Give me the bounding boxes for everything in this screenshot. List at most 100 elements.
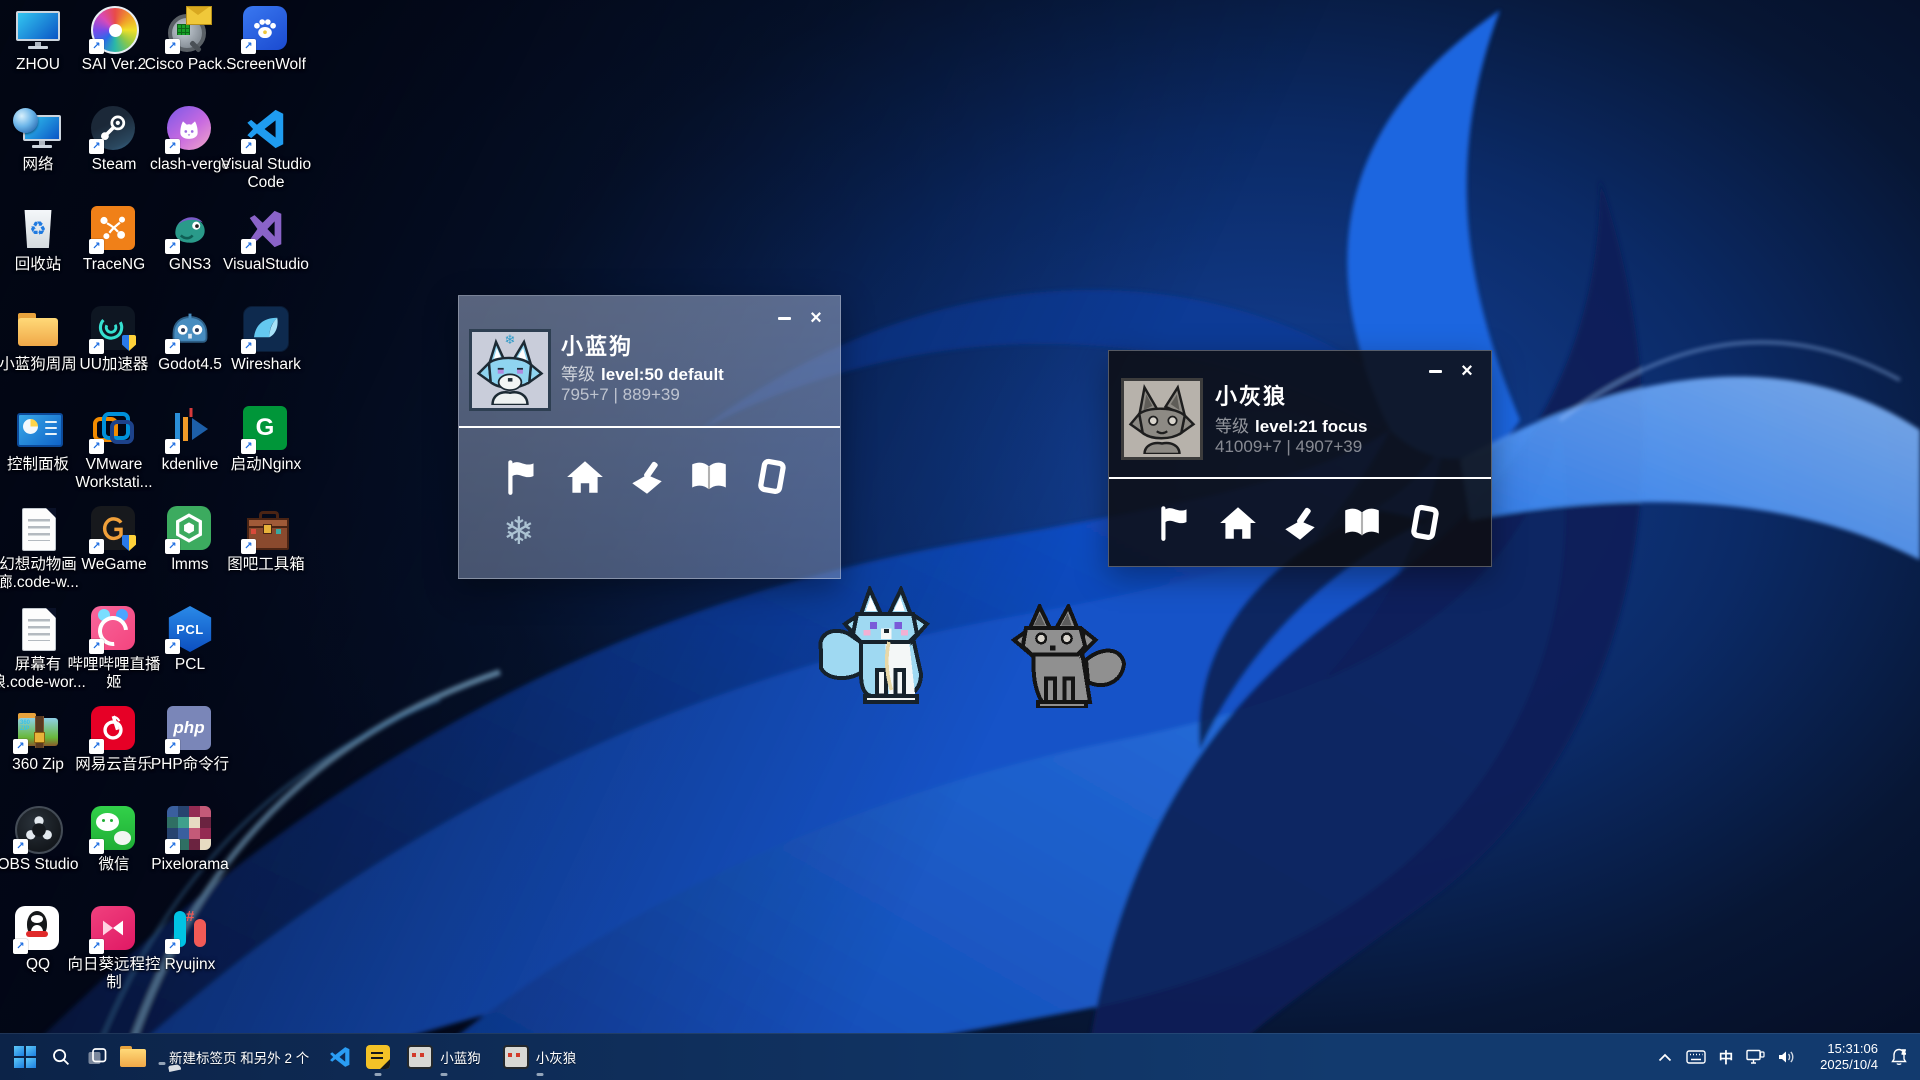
- file-explorer-button[interactable]: [115, 1037, 151, 1077]
- notification-button[interactable]: z: [1882, 1037, 1916, 1077]
- close-button[interactable]: ×: [1455, 359, 1479, 383]
- running-indicator: [536, 1073, 543, 1076]
- grey-wolf-task-label: 小灰狼: [536, 1047, 577, 1067]
- minimize-button[interactable]: [772, 306, 796, 330]
- running-indicator: [159, 1062, 166, 1065]
- shortcut-arrow-icon: ↗: [89, 839, 104, 854]
- bell-sleep-icon: z: [1889, 1047, 1909, 1067]
- desktop-icon-vscode[interactable]: ↗Visual Studio Code: [218, 106, 314, 193]
- close-button[interactable]: ×: [804, 306, 828, 330]
- cast-device-button[interactable]: [1740, 1037, 1770, 1077]
- grey-wolf-avatar: [1121, 378, 1203, 460]
- shortcut-arrow-icon: ↗: [241, 39, 256, 54]
- shortcut-arrow-icon: ↗: [89, 39, 104, 54]
- code-workspace-file-icon: [15, 506, 61, 552]
- clock-date: 2025/10/4: [1802, 1057, 1878, 1073]
- home-icon[interactable]: [562, 454, 607, 499]
- shortcut-arrow-icon: ↗: [165, 639, 180, 654]
- write-icon[interactable]: [1277, 500, 1322, 545]
- vscode-icon: ↗: [243, 106, 289, 152]
- monitor-plug-icon: [1746, 1049, 1765, 1065]
- ime-indicator[interactable]: 中: [1712, 1037, 1740, 1077]
- home-icon[interactable]: [1215, 500, 1260, 545]
- task-view-button[interactable]: [79, 1037, 115, 1077]
- shortcut-arrow-icon: ↗: [89, 739, 104, 754]
- shortcut-arrow-icon: ↗: [241, 339, 256, 354]
- desktop-icon-php-cli[interactable]: php↗PHP命令行: [142, 706, 238, 774]
- search-button[interactable]: [43, 1037, 79, 1077]
- network-globe-icon: [15, 106, 61, 152]
- clash-verge-icon: ↗: [167, 106, 213, 152]
- pet-stats: 795+7 | 889+39: [561, 385, 680, 405]
- card-icon[interactable]: [1401, 500, 1446, 545]
- pet-level-value: level:50 default: [601, 365, 724, 384]
- godot-icon: ↗: [167, 306, 213, 352]
- notepad-taskbar-button[interactable]: [360, 1037, 396, 1077]
- pet-window-grey-wolf[interactable]: 小灰狼 等级level:21 focus 41009+7 | 4907+39 ×: [1108, 350, 1492, 567]
- steam-icon: ↗: [91, 106, 137, 152]
- shortcut-arrow-icon: ↗: [89, 239, 104, 254]
- notepad-icon: [366, 1045, 390, 1069]
- tray-overflow-button[interactable]: [1650, 1037, 1680, 1077]
- desktop-icon-label: 网络: [22, 156, 53, 174]
- pet-sprite-blue-dog[interactable]: [813, 586, 949, 704]
- wegame-icon: ↗: [91, 506, 137, 552]
- pet-level-label: 等级: [1215, 417, 1249, 436]
- desktop-icon-label: 控制面板: [7, 456, 69, 474]
- uu-booster-icon: ↗: [91, 306, 137, 352]
- flag-icon[interactable]: [500, 454, 545, 499]
- vscode-taskbar-button[interactable]: [322, 1037, 358, 1077]
- edge-tab-button[interactable]: 新建标签页 和另外 2 个: [153, 1037, 318, 1077]
- pet-level-value: level:21 focus: [1255, 417, 1367, 436]
- desktop-icon-toolbox[interactable]: ↗ 图吧工具箱: [218, 506, 314, 574]
- snowflake-status-icon[interactable]: ❄: [503, 509, 535, 553]
- blue-dog-taskbar-button[interactable]: 小蓝狗: [398, 1037, 490, 1077]
- desktop-icon-grid: ZHOU网络♻回收站小蓝狗周周控制面板幻想动物画廊.code-w...屏幕有狼.…: [0, 0, 1920, 1034]
- pet-sprite-grey-wolf[interactable]: [1002, 604, 1130, 708]
- desktop-icon-nginx[interactable]: G↗启动Nginx: [218, 406, 314, 474]
- desktop-icon-ryujinx[interactable]: #↗Ryujinx: [142, 906, 238, 974]
- desktop-icon-pcl[interactable]: PCL↗PCL: [142, 606, 238, 674]
- minimize-button[interactable]: [1423, 359, 1447, 383]
- write-icon[interactable]: [624, 454, 669, 499]
- shortcut-arrow-icon: ↗: [241, 139, 256, 154]
- shortcut-arrow-icon: ↗: [13, 839, 28, 854]
- desktop-icon-label: UU加速器: [80, 356, 149, 374]
- grey-wolf-taskbar-button[interactable]: 小灰狼: [494, 1037, 586, 1077]
- keyboard-icon: [1686, 1050, 1706, 1064]
- desktop-icon-visualstudio[interactable]: ↗VisualStudio: [218, 206, 314, 274]
- touch-keyboard-button[interactable]: [1680, 1037, 1712, 1077]
- book-icon[interactable]: [686, 454, 731, 499]
- task-view-icon: [87, 1047, 107, 1067]
- shortcut-arrow-icon: ↗: [165, 439, 180, 454]
- desktop-icon-screenwolf[interactable]: ↗ScreenWolf: [218, 6, 314, 74]
- book-icon[interactable]: [1339, 500, 1384, 545]
- desktop-icon-label: 360 Zip: [12, 756, 64, 774]
- shortcut-arrow-icon: ↗: [89, 539, 104, 554]
- edge-tab-label: 新建标签页 和另外 2 个: [169, 1047, 309, 1067]
- shortcut-arrow-icon: ↗: [165, 839, 180, 854]
- pixelorama-icon: ↗: [167, 806, 213, 852]
- shortcut-arrow-icon: ↗: [241, 439, 256, 454]
- card-icon[interactable]: [748, 454, 793, 499]
- grey-wolf-avatar-art: [1127, 384, 1197, 454]
- desktop-icon-label: 图吧工具箱: [227, 556, 305, 574]
- control-panel-icon: [15, 406, 61, 452]
- desktop-icon-label: SAI Ver.2: [82, 56, 147, 74]
- shortcut-arrow-icon: ↗: [165, 739, 180, 754]
- pet-window-blue-dog[interactable]: ❄ 小蓝狗 等级level:50 default 795+7 | 889+39: [458, 295, 841, 579]
- pet-level-label: 等级: [561, 365, 595, 384]
- obs-studio-icon: ↗: [15, 806, 61, 852]
- nginx-icon: G↗: [243, 406, 289, 452]
- folder-icon: [15, 306, 61, 352]
- volume-button[interactable]: [1770, 1037, 1802, 1077]
- flag-icon[interactable]: [1153, 500, 1198, 545]
- shortcut-arrow-icon: ↗: [165, 539, 180, 554]
- start-button[interactable]: [7, 1037, 43, 1077]
- clock[interactable]: 15:31:06 2025/10/4: [1802, 1041, 1882, 1073]
- desktop-icon-pixelorama[interactable]: ↗Pixelorama: [142, 806, 238, 874]
- shortcut-arrow-icon: ↗: [241, 539, 256, 554]
- desktop-icon-label: Wireshark: [231, 356, 301, 374]
- windows-logo-icon: [14, 1046, 36, 1068]
- desktop-icon-wireshark[interactable]: ↗ Wireshark: [218, 306, 314, 374]
